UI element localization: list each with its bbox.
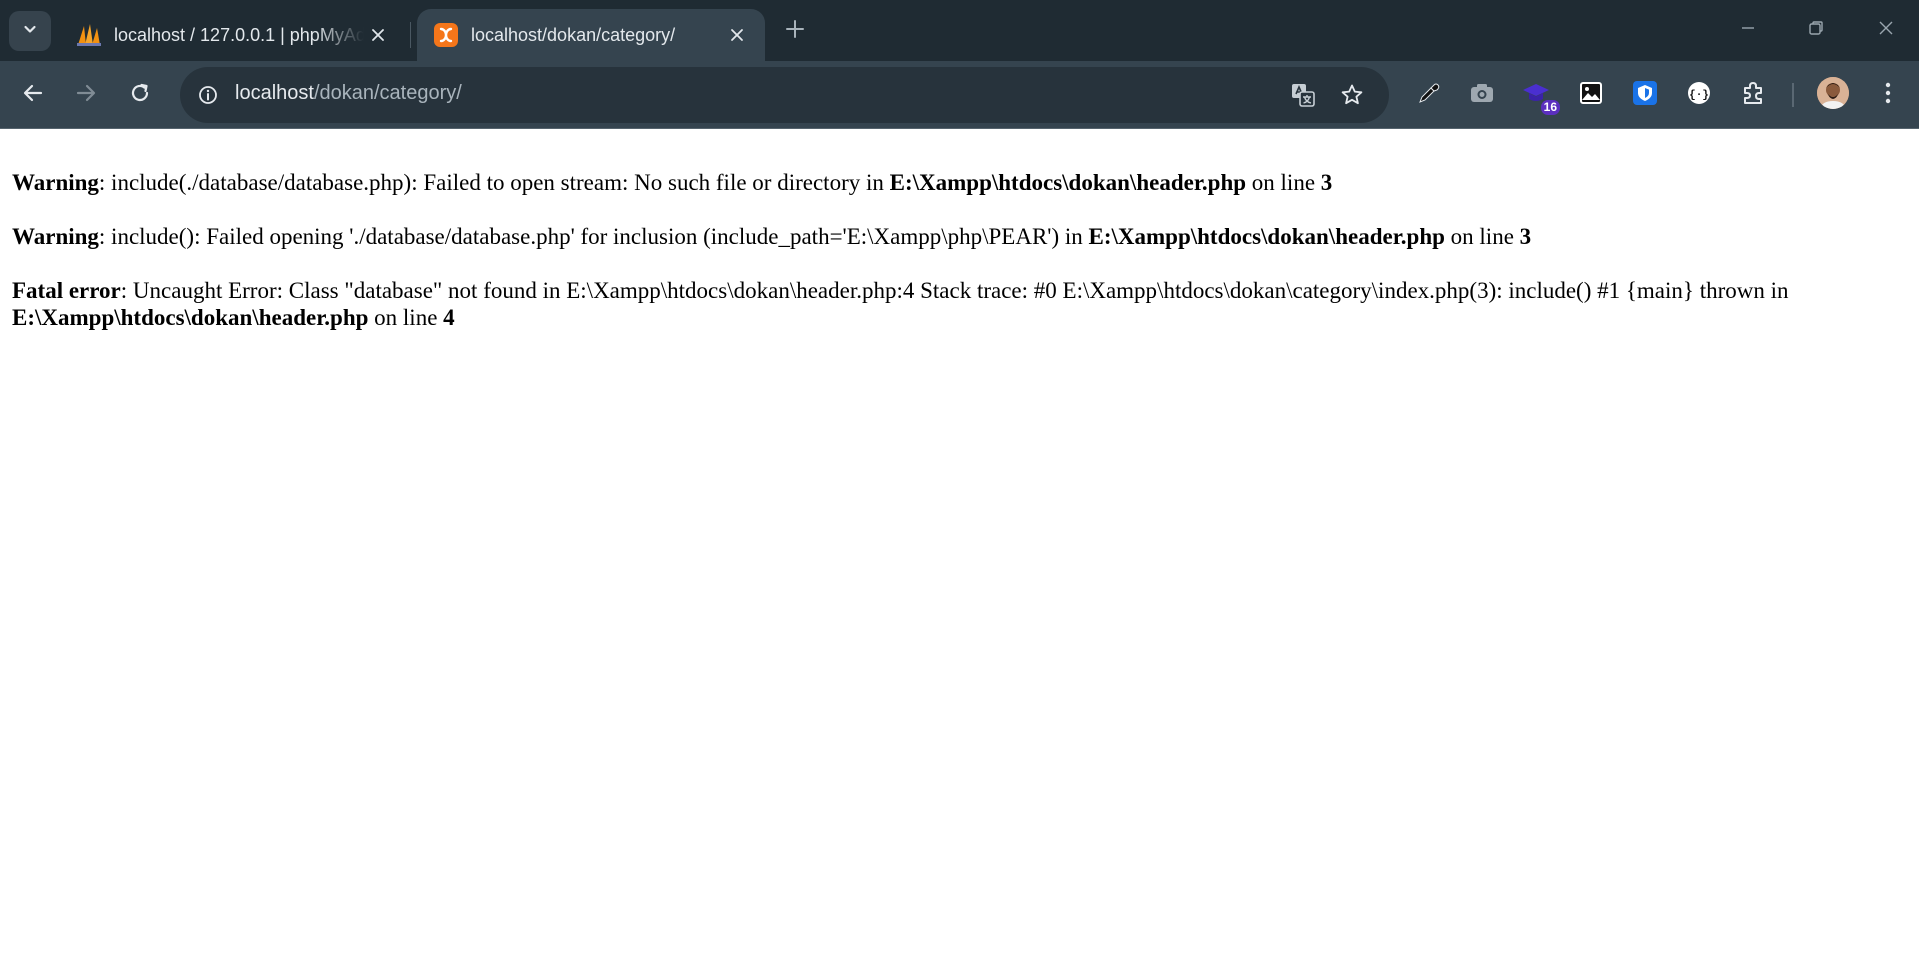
svg-text:{·}: {·} [1689,90,1709,102]
shield-extension-icon[interactable] [1627,75,1663,111]
tab-separator [410,22,411,48]
tab-strip: localhost / 127.0.0.1 | phpMyAdmin local… [0,0,1919,61]
phpmyadmin-sails-icon [76,22,102,48]
warning-online: on line [1246,170,1321,195]
minimize-button[interactable] [1725,12,1771,48]
code-braces-icon[interactable]: {·} [1681,75,1717,111]
close-icon[interactable] [364,21,392,49]
more-vertical-icon [1885,82,1891,109]
warning-label: Warning [12,170,99,195]
warning-online: on line [1444,224,1520,249]
extension-badge: 16 [1540,100,1560,115]
screenshot-camera-icon[interactable] [1464,75,1500,111]
menu-button[interactable] [1870,77,1906,113]
url-text[interactable]: localhost/dokan/category/ [235,82,462,105]
fatal-error-file: E:\Xampp\htdocs\dokan\header.php [12,305,369,330]
warning-message: Warning: include(): Failed opening './da… [12,223,1902,250]
graduation-cap-icon[interactable]: 16 [1518,75,1560,115]
xampp-icon [433,22,459,48]
bookmark-star-icon[interactable] [1336,79,1368,111]
image-icon[interactable] [1573,75,1609,111]
new-tab-button[interactable] [780,16,810,46]
fatal-error-line: 4 [443,305,455,330]
color-picker-icon[interactable] [1411,75,1447,111]
browser-toolbar: localhost/dokan/category/ 16 {·} [0,61,1919,129]
arrow-left-icon [22,82,44,109]
warning-text: : include(./database/database.php): Fail… [98,170,890,195]
tab-title: localhost/dokan/category/ [471,24,676,45]
restore-icon [1808,20,1824,41]
site-info-icon[interactable] [192,79,224,111]
warning-message: Warning: include(./database/database.php… [12,169,1902,196]
reload-icon [129,82,151,109]
tab-search-button[interactable] [9,11,51,51]
chevron-down-icon [22,21,38,42]
toolbar-separator [1792,83,1794,107]
minimize-icon [1740,20,1756,41]
plus-icon [785,19,805,44]
warning-line: 3 [1519,224,1532,249]
url-host: localhost [235,82,314,104]
close-icon [1878,20,1894,41]
page-content: Warning: include(./database/database.php… [12,169,1902,358]
arrow-right-icon [75,82,97,109]
forward-button[interactable] [68,77,104,113]
translate-icon[interactable] [1287,79,1319,111]
fatal-error-message: Fatal error: Uncaught Error: Class "data… [12,277,1902,331]
warning-file: E:\Xampp\htdocs\dokan\header.php [1088,224,1445,249]
tab-title: localhost / 127.0.0.1 | phpMyAdmin [114,24,364,45]
warning-file: E:\Xampp\htdocs\dokan\header.php [889,170,1247,195]
extensions-puzzle-icon[interactable] [1735,75,1771,111]
fatal-error-text: : Uncaught Error: Class "database" not f… [120,278,1789,303]
warning-text: : include(): Failed opening './database/… [98,224,1089,249]
avatar[interactable] [1817,77,1849,109]
fatal-error-online: on line [368,305,444,330]
warning-label: Warning [12,224,99,249]
url-path: /dokan/category/ [313,82,462,104]
tab-dokan-category[interactable]: localhost/dokan/category/ [417,9,765,61]
fatal-error-label: Fatal error [12,278,121,303]
tab-phpmyadmin[interactable]: localhost / 127.0.0.1 | phpMyAdmin [60,9,406,61]
restore-button[interactable] [1793,12,1839,48]
close-icon[interactable] [723,21,751,49]
reload-button[interactable] [122,77,158,113]
close-window-button[interactable] [1863,12,1909,48]
address-bar[interactable]: localhost/dokan/category/ [180,67,1389,123]
warning-line: 3 [1320,170,1333,195]
back-button[interactable] [15,77,51,113]
